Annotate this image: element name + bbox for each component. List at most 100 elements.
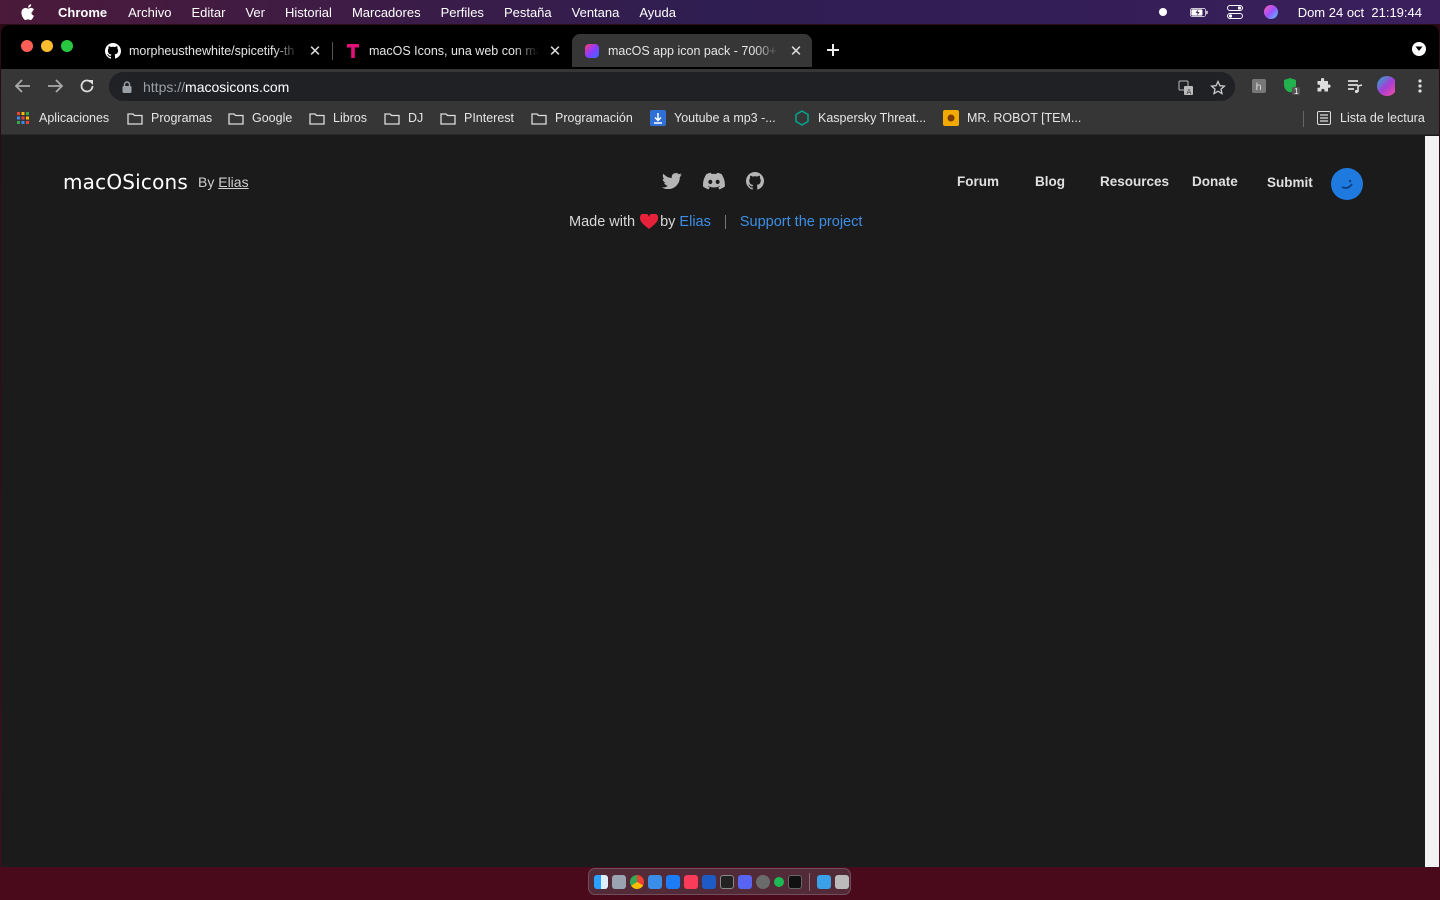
url-scheme: https:// (143, 78, 186, 95)
nav-submit[interactable]: Submit (1267, 175, 1313, 190)
menu-marcadores[interactable]: Marcadores (352, 5, 421, 20)
back-arrow-icon[interactable] (13, 76, 33, 96)
svg-text:A: A (1187, 88, 1192, 96)
unity-app-icon[interactable] (720, 874, 734, 889)
user-avatar-button[interactable] (1331, 168, 1363, 200)
reading-list-label: Lista de lectura (1340, 111, 1425, 125)
forward-arrow-icon[interactable] (45, 76, 65, 96)
safari-app-icon[interactable] (648, 874, 662, 889)
translate-icon[interactable]: A (1177, 79, 1195, 97)
made-with-line: Made with by Elias Support the project (569, 214, 862, 230)
nav-forum[interactable]: Forum (957, 174, 999, 189)
tab-search-chevron-icon[interactable] (1412, 42, 1426, 56)
control-center-icon[interactable] (1226, 5, 1244, 19)
web-page: macOSicons By Elias Forum Blog Resources… (1, 136, 1425, 867)
minimize-window-button[interactable] (41, 40, 53, 52)
tab-strip: morpheusthewhite/spicetify-th ✕ macOS Ic… (1, 25, 1439, 69)
recording-dot-icon[interactable] (1154, 5, 1172, 19)
byline-author-link[interactable]: Elias (218, 174, 248, 190)
support-project-link[interactable]: Support the project (740, 214, 863, 230)
kebab-menu-icon[interactable] (1411, 77, 1429, 95)
bookmark-label: Programación (555, 111, 633, 125)
siri-icon[interactable] (1262, 5, 1280, 19)
twitter-icon[interactable] (661, 171, 683, 191)
discord-app-icon[interactable] (738, 874, 752, 889)
media-queue-icon[interactable] (1346, 77, 1364, 95)
puzzle-extensions-icon[interactable] (1314, 77, 1332, 95)
bookmark-youtube-mp3[interactable]: Youtube a mp3 -... (650, 109, 776, 127)
bookmark-folder-libros[interactable]: Libros (309, 109, 367, 127)
bookmark-folder-programacion[interactable]: Programación (531, 109, 633, 127)
bookmark-folder-pinterest[interactable]: PInterest (440, 109, 514, 127)
bookmark-label: Google (252, 111, 293, 125)
zoom-window-button[interactable] (61, 40, 73, 52)
bookmark-kaspersky[interactable]: Kaspersky Threat... (794, 109, 926, 127)
menubar-app-name[interactable]: Chrome (58, 5, 107, 20)
tab-macos-icons-article[interactable]: macOS Icons, una web con más ✕ (333, 34, 571, 67)
tab-macosicons-active[interactable]: macOS app icon pack - 7000+ ✕ (572, 34, 812, 67)
menu-ver[interactable]: Ver (245, 5, 265, 20)
bookmark-apps[interactable]: Aplicaciones (15, 109, 109, 127)
menubar-datetime[interactable]: Dom 24 oct 21:19:44 (1298, 5, 1422, 20)
bookmark-folder-google[interactable]: Google (228, 109, 292, 127)
close-tab-icon[interactable]: ✕ (547, 43, 563, 60)
github-icon (105, 42, 121, 59)
url-text[interactable]: https://macosicons.com (143, 79, 289, 95)
lock-icon[interactable] (121, 80, 133, 93)
extension-gray-icon[interactable]: h (1250, 77, 1268, 95)
menu-ventana[interactable]: Ventana (572, 5, 620, 20)
profile-avatar-icon[interactable] (1377, 76, 1395, 96)
t-logo-icon (345, 43, 361, 59)
macos-menubar: Chrome Archivo Editar Ver Historial Marc… (0, 0, 1440, 24)
nav-blog[interactable]: Blog (1035, 174, 1065, 189)
made-with-author-link[interactable]: Elias (679, 214, 710, 230)
terminal-app-icon[interactable] (788, 874, 802, 889)
bookmark-folder-dj[interactable]: DJ (384, 109, 423, 127)
finder-app-icon[interactable] (594, 874, 608, 889)
apps-grid-icon (15, 111, 31, 125)
spotify-app-icon[interactable] (774, 876, 784, 887)
bookmark-label: Kaspersky Threat... (818, 111, 927, 125)
browser-toolbar: https://macosicons.com A h 1 (1, 69, 1439, 103)
nav-donate[interactable]: Donate (1192, 174, 1238, 189)
bookmark-mr-robot[interactable]: MR. ROBOT [TEM... (943, 109, 1081, 127)
menu-archivo[interactable]: Archivo (128, 5, 171, 20)
menu-perfiles[interactable]: Perfiles (441, 5, 484, 20)
music-app-icon[interactable] (684, 874, 698, 889)
menu-historial[interactable]: Historial (285, 5, 332, 20)
reload-icon[interactable] (77, 76, 97, 96)
battery-icon[interactable] (1189, 5, 1208, 19)
made-with-by: by (660, 214, 676, 230)
site-logo[interactable]: macOSicons (63, 170, 188, 194)
shield-extension-icon[interactable]: 1 (1282, 77, 1300, 96)
new-tab-plus-icon[interactable] (823, 40, 843, 60)
menu-pestana[interactable]: Pestaña (504, 5, 552, 20)
macosicons-icon (584, 43, 600, 59)
apple-menu-icon[interactable] (20, 4, 36, 20)
discord-icon[interactable] (703, 171, 725, 191)
folder-icon (309, 111, 325, 125)
github-icon[interactable] (744, 171, 766, 191)
word-app-icon[interactable] (702, 874, 716, 889)
close-window-button[interactable] (21, 40, 33, 52)
chrome-app-icon[interactable] (630, 874, 644, 889)
system-preferences-app-icon[interactable] (756, 874, 770, 889)
launchpad-app-icon[interactable] (612, 874, 626, 889)
made-with-prefix: Made with (569, 214, 636, 230)
reading-list-button[interactable]: Lista de lectura (1316, 109, 1425, 127)
page-scrollbar[interactable] (1425, 136, 1439, 867)
trash-icon[interactable] (835, 874, 849, 889)
close-tab-icon[interactable]: ✕ (788, 43, 804, 60)
downloads-folder-icon[interactable] (817, 874, 831, 889)
tab-spicetify[interactable]: morpheusthewhite/spicetify-th ✕ (93, 34, 331, 67)
bookmark-star-icon[interactable] (1209, 79, 1227, 97)
menu-editar[interactable]: Editar (191, 5, 225, 20)
address-bar[interactable]: https://macosicons.com A (109, 72, 1235, 101)
folder-icon (127, 111, 143, 125)
app-store-app-icon[interactable] (666, 874, 680, 889)
close-tab-icon[interactable]: ✕ (307, 43, 323, 60)
menu-ayuda[interactable]: Ayuda (639, 5, 676, 20)
bookmark-folder-programas[interactable]: Programas (127, 109, 212, 127)
tab-title: morpheusthewhite/spicetify-th (129, 43, 295, 58)
nav-resources[interactable]: Resources (1100, 174, 1169, 189)
